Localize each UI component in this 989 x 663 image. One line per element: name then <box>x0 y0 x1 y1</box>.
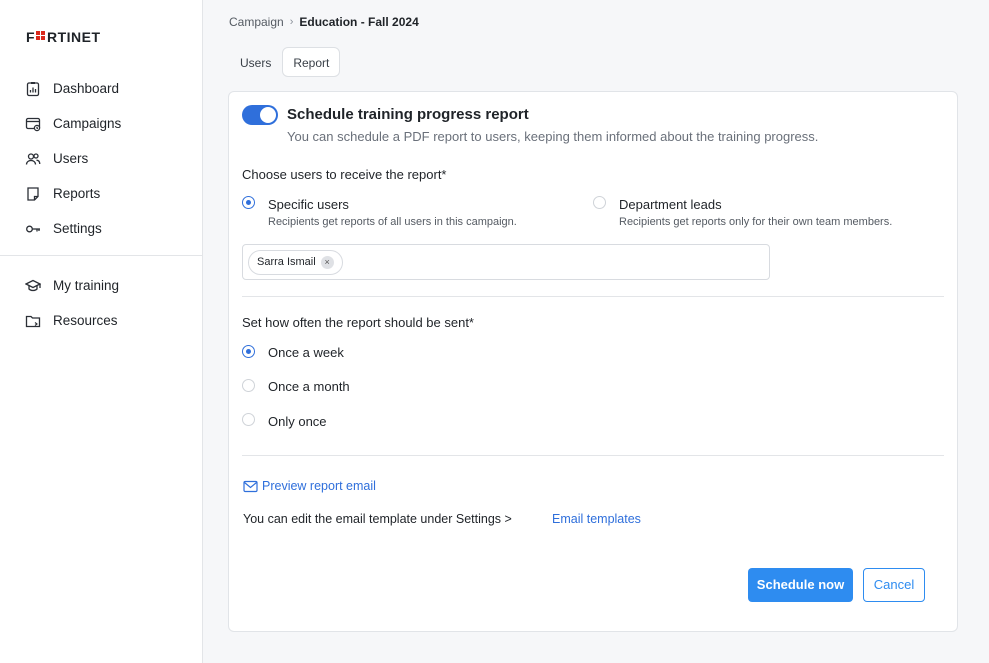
sidebar: F RTINET Dashboard Campaigns Users Repor… <box>0 0 203 663</box>
graduation-cap-icon <box>24 277 42 295</box>
user-chip-label: Sarra Ismail <box>257 256 316 268</box>
cancel-button[interactable]: Cancel <box>863 568 925 602</box>
report-title: Schedule training progress report <box>287 106 529 123</box>
tab-bar: Users Report <box>229 47 341 77</box>
preview-report-email-link[interactable]: Preview report email <box>243 479 376 493</box>
campaigns-icon <box>24 115 42 133</box>
edit-template-hint: You can edit the email template under Se… <box>243 512 512 526</box>
sidebar-item-settings[interactable]: Settings <box>0 211 203 246</box>
folder-icon <box>24 312 42 330</box>
svg-text:F: F <box>26 29 35 45</box>
sidebar-item-resources[interactable]: Resources <box>0 303 203 338</box>
primary-nav: Dashboard Campaigns Users Reports Settin… <box>0 71 203 246</box>
frequency-label: Set how often the report should be sent* <box>242 315 474 330</box>
section-divider <box>242 296 944 297</box>
remove-chip-icon[interactable]: × <box>320 256 334 269</box>
toggle-knob <box>260 107 276 123</box>
preview-report-email-label: Preview report email <box>262 479 376 493</box>
breadcrumb-current: Education - Fall 2024 <box>299 15 419 29</box>
reports-icon <box>24 185 42 203</box>
sidebar-item-label: Settings <box>53 221 102 236</box>
report-settings-card: Schedule training progress report You ca… <box>228 91 958 632</box>
fortinet-logo-mark: F RTINET <box>26 29 101 45</box>
sidebar-item-label: My training <box>53 278 120 293</box>
option-department-leads-description: Recipients get reports only for their ow… <box>619 216 893 228</box>
sidebar-item-label: Reports <box>53 186 101 201</box>
sidebar-item-dashboard[interactable]: Dashboard <box>0 71 203 106</box>
radio-once-a-month[interactable] <box>242 379 255 392</box>
envelope-icon <box>243 480 258 493</box>
sidebar-item-users[interactable]: Users <box>0 141 203 176</box>
dashboard-icon <box>24 80 42 98</box>
radio-department-leads[interactable] <box>593 196 606 209</box>
option-once-a-month-label[interactable]: Once a month <box>268 379 350 394</box>
breadcrumb: Campaign › Education - Fall 2024 <box>229 15 419 29</box>
fortinet-logo[interactable]: F RTINET <box>26 28 118 46</box>
svg-text:RTINET: RTINET <box>47 29 101 45</box>
recipients-input[interactable]: Sarra Ismail × <box>242 244 770 280</box>
option-only-once-label[interactable]: Only once <box>268 414 327 429</box>
radio-specific-users[interactable] <box>242 196 255 209</box>
option-department-leads-label[interactable]: Department leads <box>619 197 722 212</box>
radio-only-once[interactable] <box>242 413 255 426</box>
secondary-nav: My training Resources <box>0 268 203 338</box>
schedule-report-toggle[interactable] <box>242 105 278 125</box>
schedule-now-button[interactable]: Schedule now <box>748 568 853 602</box>
sidebar-item-label: Dashboard <box>53 81 120 96</box>
sidebar-item-campaigns[interactable]: Campaigns <box>0 106 203 141</box>
option-once-a-week-label[interactable]: Once a week <box>268 345 344 360</box>
settings-icon <box>24 220 42 238</box>
section-divider <box>242 455 944 456</box>
sidebar-item-reports[interactable]: Reports <box>0 176 203 211</box>
option-specific-users-description: Recipients get reports of all users in t… <box>268 216 517 228</box>
sidebar-item-label: Resources <box>53 313 118 328</box>
sidebar-item-label: Users <box>53 151 89 166</box>
radio-once-a-week[interactable] <box>242 345 255 358</box>
email-templates-link[interactable]: Email templates <box>552 512 641 526</box>
report-subtitle: You can schedule a PDF report to users, … <box>287 129 819 144</box>
breadcrumb-parent[interactable]: Campaign <box>229 15 284 29</box>
option-specific-users-label[interactable]: Specific users <box>268 197 349 212</box>
user-chip: Sarra Ismail × <box>248 250 343 275</box>
tab-report[interactable]: Report <box>282 47 341 77</box>
users-icon <box>24 150 42 168</box>
sidebar-item-my-training[interactable]: My training <box>0 268 203 303</box>
sidebar-divider <box>0 255 202 256</box>
sidebar-item-label: Campaigns <box>53 116 122 131</box>
breadcrumb-separator: › <box>289 16 294 28</box>
recipients-label: Choose users to receive the report* <box>242 167 447 182</box>
tab-users[interactable]: Users <box>229 47 282 77</box>
